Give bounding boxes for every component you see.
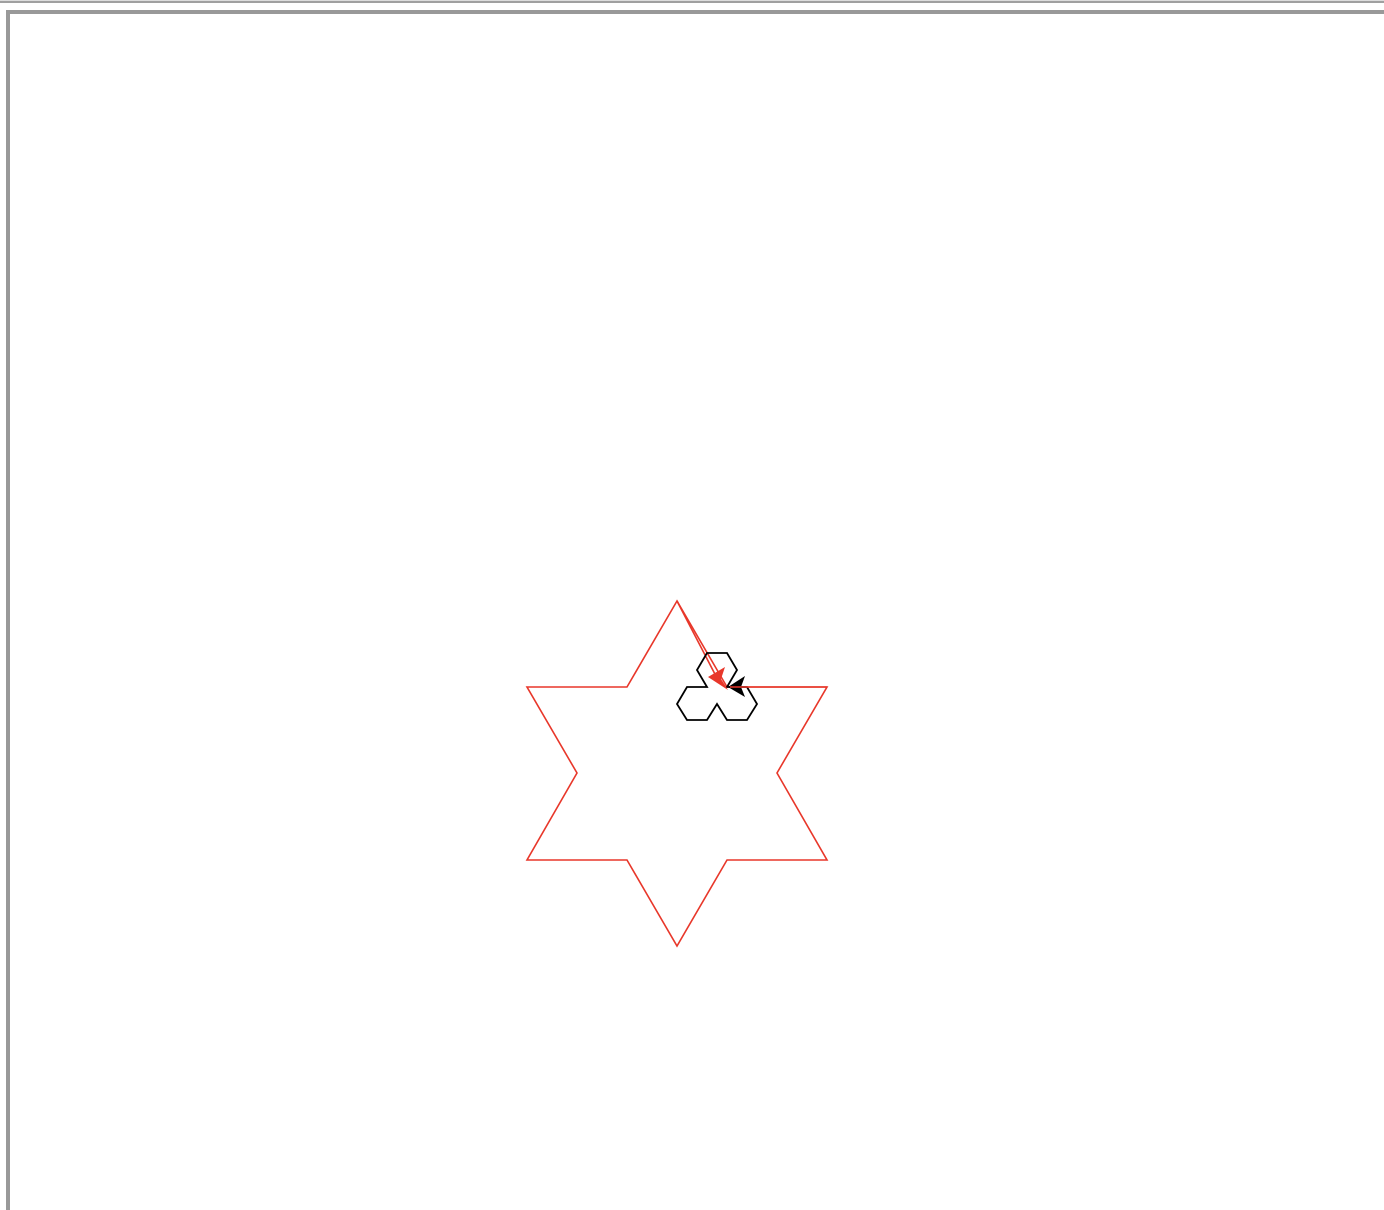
red-star — [525, 599, 829, 948]
drawing — [525, 599, 829, 948]
